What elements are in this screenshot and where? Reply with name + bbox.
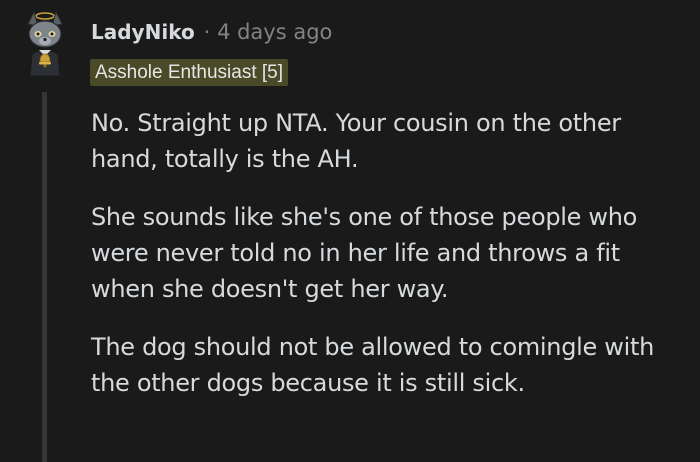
comment-header: LadyNiko · 4 days ago: [91, 19, 332, 45]
user-avatar-icon[interactable]: [20, 10, 70, 77]
thread-collapse-line[interactable]: [42, 92, 47, 462]
comment: LadyNiko · 4 days ago Asshole Enthusiast…: [0, 0, 700, 462]
user-flair: Asshole Enthusiast [5]: [90, 59, 288, 86]
meta-separator: ·: [203, 20, 211, 44]
timestamp-link[interactable]: 4 days ago: [217, 19, 332, 45]
comment-paragraph: The dog should not be allowed to comingl…: [91, 333, 655, 397]
comment-paragraph: She sounds like she's one of those peopl…: [91, 203, 638, 303]
comment-paragraph: No. Straight up NTA. Your cousin on the …: [91, 109, 621, 173]
comment-body: No. Straight up NTA. Your cousin on the …: [91, 105, 686, 423]
username-link[interactable]: LadyNiko: [91, 19, 195, 45]
